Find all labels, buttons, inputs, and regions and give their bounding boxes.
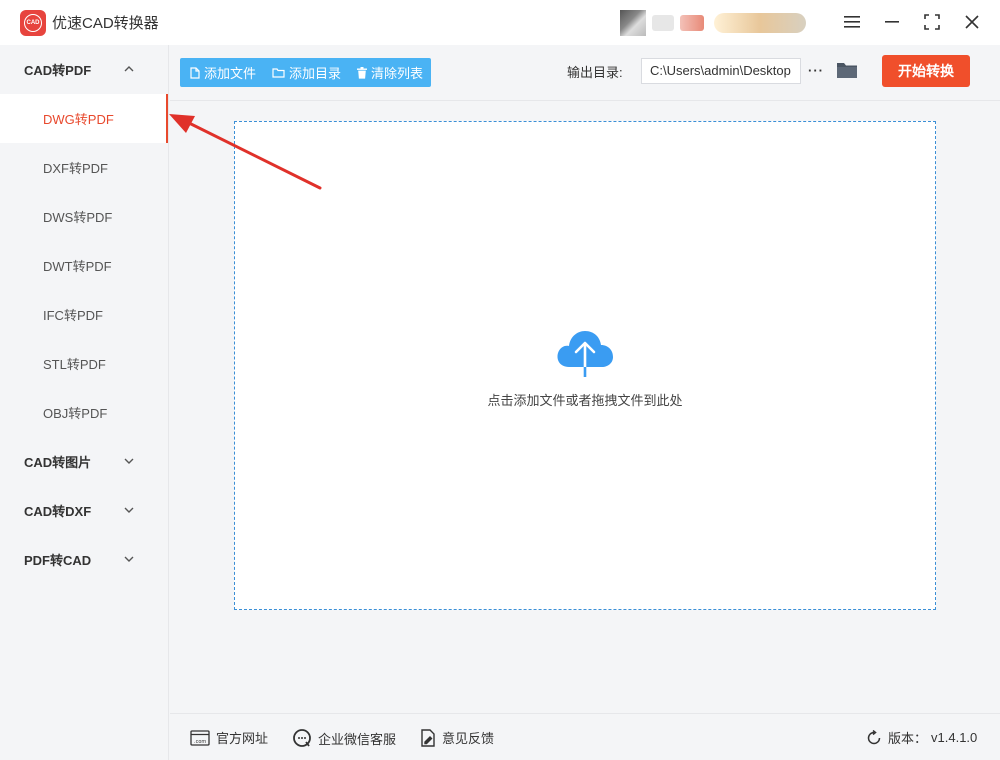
sidebar-item-dws-to-pdf[interactable]: DWS转PDF: [0, 192, 168, 241]
feedback-label: 意见反馈: [442, 731, 495, 746]
avatar[interactable]: [620, 10, 646, 36]
feedback-icon: [421, 728, 435, 747]
toolbar: 添加文件 添加目录 清除列表 输出目录: C:\Users\admin\Desk…: [170, 45, 1000, 101]
sidebar-group-label: CAD转DXF: [24, 504, 92, 519]
clear-list-button[interactable]: 清除列表: [357, 63, 423, 82]
add-folder-button[interactable]: 添加目录: [272, 63, 341, 82]
close-icon[interactable]: [959, 10, 985, 34]
sidebar-group-pdf-to-cad[interactable]: PDF转CAD: [0, 535, 168, 584]
sidebar-group-label: CAD转图片: [24, 455, 92, 470]
chevron-up-icon: [124, 62, 134, 76]
trash-icon: [357, 66, 368, 79]
website-label: 官方网址: [216, 731, 269, 746]
footer: .com 官方网址 企业微信客服 意见反馈 版本： v1.4.1.0: [170, 713, 1000, 760]
chevron-down-icon: [124, 454, 134, 468]
more-options-button[interactable]: ···: [806, 57, 826, 83]
drop-hint: 点击添加文件或者拖拽文件到此处: [487, 393, 683, 408]
refresh-icon[interactable]: [866, 729, 882, 746]
output-dir-field[interactable]: C:\Users\admin\Desktop: [641, 58, 801, 84]
vip-badge-blurred[interactable]: [714, 13, 806, 33]
svg-text:.com: .com: [194, 739, 206, 745]
feedback-link[interactable]: 意见反馈: [420, 728, 494, 747]
file-actions-group: 添加文件 添加目录 清除列表: [180, 58, 432, 87]
website-icon: .com: [190, 729, 210, 746]
folder-outline-icon: [272, 68, 285, 78]
add-file-label: 添加文件: [204, 66, 257, 81]
user-info-blurred: [652, 15, 674, 31]
app-logo-text: CAD: [24, 13, 42, 32]
add-file-button[interactable]: 添加文件: [190, 63, 256, 82]
version-label: 版本：: [888, 731, 928, 746]
version-number: v1.4.1.0: [931, 730, 978, 745]
sidebar-item-dwt-to-pdf[interactable]: DWT转PDF: [0, 241, 168, 290]
sidebar-item-stl-to-pdf[interactable]: STL转PDF: [0, 339, 168, 388]
sidebar-group-label: PDF转CAD: [24, 553, 92, 568]
file-drop-zone[interactable]: 点击添加文件或者拖拽文件到此处: [234, 121, 936, 610]
wechat-support-label: 企业微信客服: [318, 731, 397, 747]
sidebar-item-dwg-to-pdf[interactable]: DWG转PDF: [0, 94, 168, 143]
title-bar: CAD 优速CAD转换器: [0, 0, 1000, 45]
sidebar: CAD转PDF DWG转PDF DXF转PDF DWS转PDF DWT转PDF …: [0, 45, 169, 760]
minimize-icon[interactable]: [879, 10, 905, 34]
chevron-down-icon: [124, 503, 134, 517]
sidebar-group-cad-to-image[interactable]: CAD转图片: [0, 437, 168, 486]
clear-list-label: 清除列表: [371, 66, 424, 81]
app-title: 优速CAD转换器: [52, 15, 159, 32]
maximize-icon[interactable]: [919, 10, 945, 34]
wechat-support-link[interactable]: 企业微信客服: [292, 728, 396, 748]
add-folder-label: 添加目录: [289, 66, 342, 81]
sidebar-item-ifc-to-pdf[interactable]: IFC转PDF: [0, 290, 168, 339]
website-link[interactable]: .com 官方网址: [190, 728, 268, 747]
user-badge-blurred: [680, 15, 704, 31]
user-account[interactable]: [620, 10, 806, 36]
sidebar-group-cad-to-pdf[interactable]: CAD转PDF: [0, 45, 168, 94]
output-dir-label: 输出目录:: [567, 65, 623, 80]
start-convert-button[interactable]: 开始转换: [882, 55, 970, 87]
sidebar-item-obj-to-pdf[interactable]: OBJ转PDF: [0, 388, 168, 437]
file-icon: [190, 66, 200, 79]
sidebar-item-dxf-to-pdf[interactable]: DXF转PDF: [0, 143, 168, 192]
cloud-upload-icon: [557, 331, 613, 377]
sidebar-group-cad-to-dxf[interactable]: CAD转DXF: [0, 486, 168, 535]
menu-icon[interactable]: [839, 10, 865, 34]
version-info: 版本： v1.4.1.0: [866, 728, 977, 747]
app-logo: CAD: [20, 9, 46, 36]
sidebar-group-label: CAD转PDF: [24, 63, 92, 78]
support-chat-icon: [293, 729, 311, 747]
folder-icon[interactable]: [836, 60, 858, 80]
chevron-down-icon: [124, 552, 134, 566]
